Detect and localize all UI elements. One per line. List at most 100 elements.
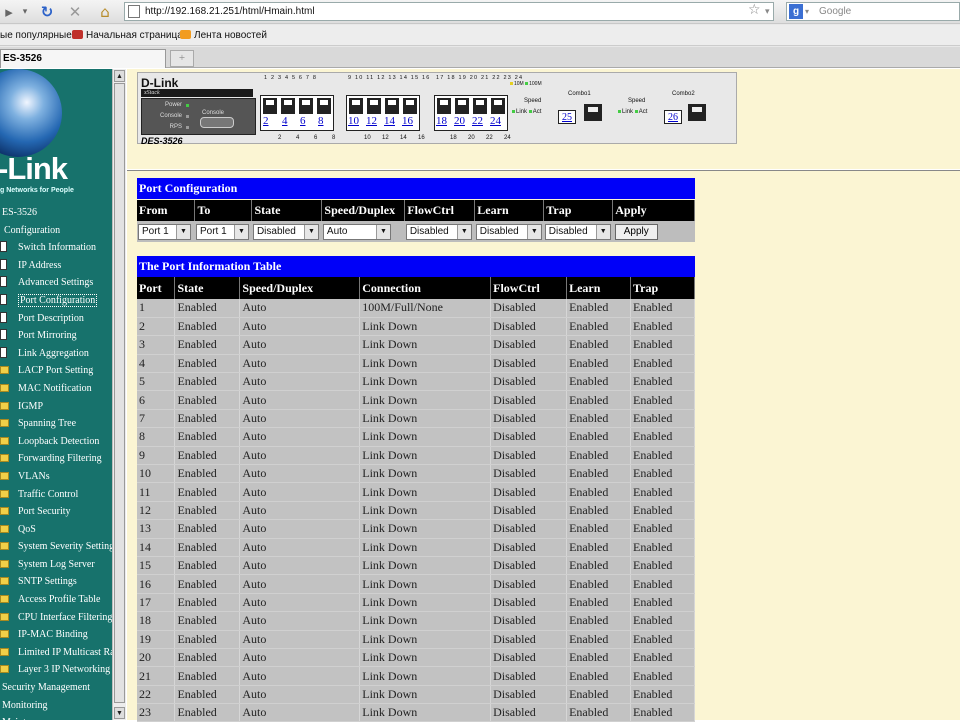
address-bar[interactable]: http://192.168.21.251/html/Hmain.html (124, 2, 774, 21)
sidebar-item-switch-information[interactable]: Switch Information (0, 239, 112, 257)
sidebar-item-sntp-settings[interactable]: SNTP Settings (0, 573, 112, 591)
port-link-10[interactable]: 10 (348, 115, 359, 127)
sidebar-item-spanning-tree[interactable]: Spanning Tree (0, 415, 112, 433)
sidebar-item-security-management[interactable]: Security Management (0, 679, 112, 697)
stop-icon[interactable]: ✕ (64, 2, 86, 22)
bookmark-home-page[interactable]: Начальная страница (72, 25, 183, 46)
cell-learn: Enabled (566, 666, 631, 686)
apply-button[interactable]: Apply (614, 224, 658, 240)
flowctrl-select[interactable]: Disabled ▼ (405, 224, 472, 240)
sidebar-item-qos[interactable]: QoS (0, 521, 112, 539)
table-row: 1 Enabled Auto 100M/Full/None Disabled Enable… (137, 299, 695, 318)
cell-state: Enabled (174, 574, 241, 594)
scroll-thumb[interactable] (114, 83, 125, 703)
combo2-port-link[interactable]: 26 (664, 110, 682, 124)
cell-port: 6 (137, 390, 176, 410)
new-tab-icon[interactable]: + (170, 50, 194, 67)
port-link-22[interactable]: 22 (472, 115, 483, 127)
cell-speed-duplex: Auto (239, 501, 361, 521)
learn-select[interactable]: Disabled ▼ (475, 224, 542, 240)
history-dropdown-icon[interactable]: ▾ (18, 2, 32, 22)
sidebar-item-port-configuration[interactable]: Port Configuration (0, 292, 112, 310)
tab-active[interactable]: ES-3526 (0, 49, 166, 68)
sidebar-item-system-log-server[interactable]: System Log Server (0, 556, 112, 574)
port-link-20[interactable]: 20 (454, 115, 465, 127)
combo2-act-label: Act (638, 109, 648, 115)
state-select[interactable]: Disabled ▼ (252, 224, 319, 240)
trap-select[interactable]: Disabled ▼ (544, 224, 611, 240)
sidebar-item-forwarding-filtering[interactable]: Forwarding Filtering (0, 450, 112, 468)
scroll-up-icon[interactable]: ▲ (114, 70, 125, 82)
bookmark-star-icon[interactable]: ☆ ▾ (748, 2, 770, 18)
sidebar-item-cpu-interface-filtering[interactable]: CPU Interface Filtering (0, 609, 112, 627)
bookmark-most-visited[interactable]: ые популярные (0, 25, 72, 46)
cell-flowctrl: Disabled (490, 703, 568, 722)
port-link-16[interactable]: 16 (402, 115, 413, 127)
reload-icon[interactable]: ↻ (36, 2, 58, 22)
cell-learn: Enabled (566, 299, 631, 318)
home-icon[interactable]: ⌂ (94, 2, 116, 22)
sidebar-item-traffic-control[interactable]: Traffic Control (0, 486, 112, 504)
sidebar-item-system-severity-setting[interactable]: System Severity Setting (0, 538, 112, 556)
table-row: 20 Enabled Auto Link Down Disabled Enabled Ena… (137, 648, 695, 668)
folder-icon (0, 454, 9, 463)
cell-trap: Enabled (630, 685, 695, 705)
sidebar-item-ip-address[interactable]: IP Address (0, 257, 112, 275)
sidebar-item-port-security[interactable]: Port Security (0, 503, 112, 521)
console-port-icon (200, 117, 234, 128)
port-link-24[interactable]: 24 (490, 115, 501, 127)
sidebar-item-maintenance[interactable]: Maintenance (0, 714, 112, 720)
sidebar-item-loopback-detection[interactable]: Loopback Detection (0, 433, 112, 451)
port-link-6[interactable]: 6 (300, 115, 306, 127)
cell-state: Enabled (174, 446, 241, 466)
combo1-label: Combo1 (568, 91, 591, 97)
combo1-port-link[interactable]: 25 (558, 110, 576, 124)
scroll-down-icon[interactable]: ▼ (114, 707, 125, 719)
sidebar-item-monitoring[interactable]: Monitoring (0, 697, 112, 715)
sidebar-item-access-profile-table[interactable]: Access Profile Table (0, 591, 112, 609)
sidebar-item-port-mirroring[interactable]: Port Mirroring (0, 327, 112, 345)
sidebar-item-ip-mac-binding[interactable]: IP-MAC Binding (0, 626, 112, 644)
sidebar-item-configuration[interactable]: Configuration (0, 222, 112, 240)
search-engine-dropdown-icon[interactable]: ▾ (805, 3, 809, 20)
sidebar-item-label: Port Mirroring (18, 330, 77, 342)
sidebar-item-es-3526[interactable]: ES-3526 (0, 204, 112, 222)
sidebar-item-port-description[interactable]: Port Description (0, 310, 112, 328)
folder-icon (0, 366, 9, 375)
port-info-title: The Port Information Table (137, 256, 695, 277)
to-port-select[interactable]: Port 1 ▼ (195, 224, 249, 240)
cell-connection: Link Down (359, 538, 492, 557)
folder-icon (0, 489, 9, 498)
sidebar-item-mac-notification[interactable]: MAC Notification (0, 380, 112, 398)
speed-duplex-value: Auto (326, 226, 348, 237)
sidebar-item-limited-ip-multicast-ra[interactable]: Limited IP Multicast Ra (0, 644, 112, 662)
speed-duplex-select[interactable]: Auto ▼ (322, 224, 391, 240)
sidebar-item-label: QoS (18, 523, 36, 535)
device-front-panel: D-Link xStack Power Console RPS Console … (137, 72, 737, 146)
sidebar-item-igmp[interactable]: IGMP (0, 398, 112, 416)
chevron-down-icon: ▼ (456, 225, 471, 239)
forward-dropdown-icon[interactable]: ▸ (0, 2, 18, 22)
search-box[interactable]: g ▾ Google (786, 2, 960, 21)
table-row: 17 Enabled Auto Link Down Disabled Enabled Ena… (137, 593, 695, 613)
port-link-4[interactable]: 4 (282, 115, 288, 127)
port-number-bottom: 24 (504, 135, 511, 141)
port-link-14[interactable]: 14 (384, 115, 395, 127)
port-link-8[interactable]: 8 (318, 115, 324, 127)
port-link-12[interactable]: 12 (366, 115, 377, 127)
port-link-2[interactable]: 2 (263, 115, 269, 127)
port-group-1: 2 4 6 8 (260, 95, 334, 131)
bookmark-news-feed[interactable]: Лента новостей (180, 25, 267, 46)
sidebar-item-lacp-port-setting[interactable]: LACP Port Setting (0, 362, 112, 380)
col-header-port: Port (137, 277, 176, 299)
port-link-18[interactable]: 18 (436, 115, 447, 127)
port-number-bottom: 14 (400, 135, 407, 141)
sidebar-item-advanced-settings[interactable]: Advanced Settings (0, 274, 112, 292)
sidebar-scrollbar[interactable]: ▲ ▼ (112, 69, 126, 720)
sidebar-item-link-aggregation[interactable]: Link Aggregation (0, 345, 112, 363)
sidebar-item-layer-3-ip-networking[interactable]: Layer 3 IP Networking (0, 661, 112, 679)
from-port-select[interactable]: Port 1 ▼ (138, 224, 191, 240)
table-row: 5 Enabled Auto Link Down Disabled Enabled Enab… (137, 372, 695, 392)
sidebar-item-vlans[interactable]: VLANs (0, 468, 112, 486)
cell-speed-duplex: Auto (239, 464, 361, 484)
